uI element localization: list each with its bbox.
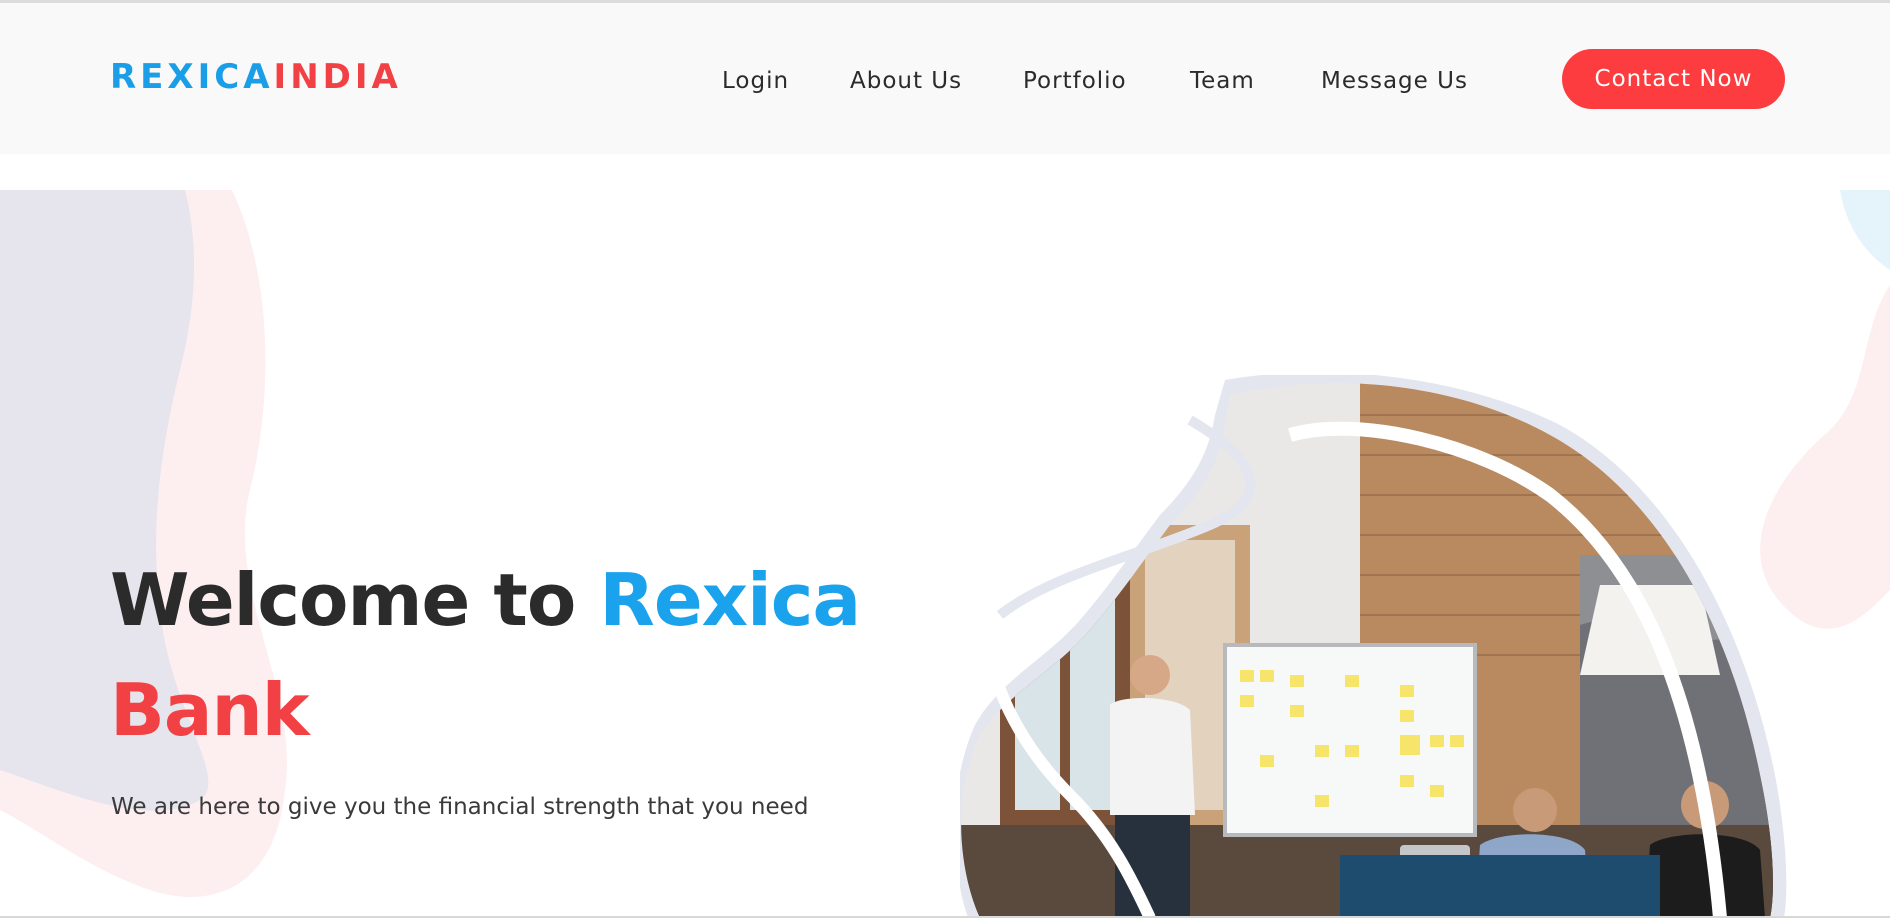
logo-text-red: INDIA (273, 57, 402, 97)
nav-link-message-us[interactable]: Message Us (1321, 65, 1468, 97)
nav-link-team[interactable]: Team (1190, 65, 1255, 97)
hero-subtitle: We are here to give you the financial st… (111, 794, 809, 820)
hero-title-bank: Bank (110, 668, 310, 752)
nav-link-portfolio[interactable]: Portfolio (1023, 65, 1127, 97)
nav-link-about-us[interactable]: About Us (850, 65, 962, 97)
logo-text-blue: REXICA (110, 57, 274, 97)
hero-title: Welcome to Rexica Bank (110, 545, 890, 765)
nav-link-login[interactable]: Login (722, 65, 789, 97)
brand-logo[interactable]: REXICAINDIA (110, 57, 402, 97)
contact-now-button[interactable]: Contact Now (1562, 49, 1785, 109)
hero-image (960, 375, 1787, 918)
hero-title-rexica: Rexica (599, 558, 861, 642)
navbar: REXICAINDIA Login About Us Portfolio Tea… (0, 3, 1890, 154)
hero-title-welcome: Welcome to (110, 558, 600, 642)
hero-section: Welcome to Rexica Bank We are here to gi… (0, 190, 1890, 918)
